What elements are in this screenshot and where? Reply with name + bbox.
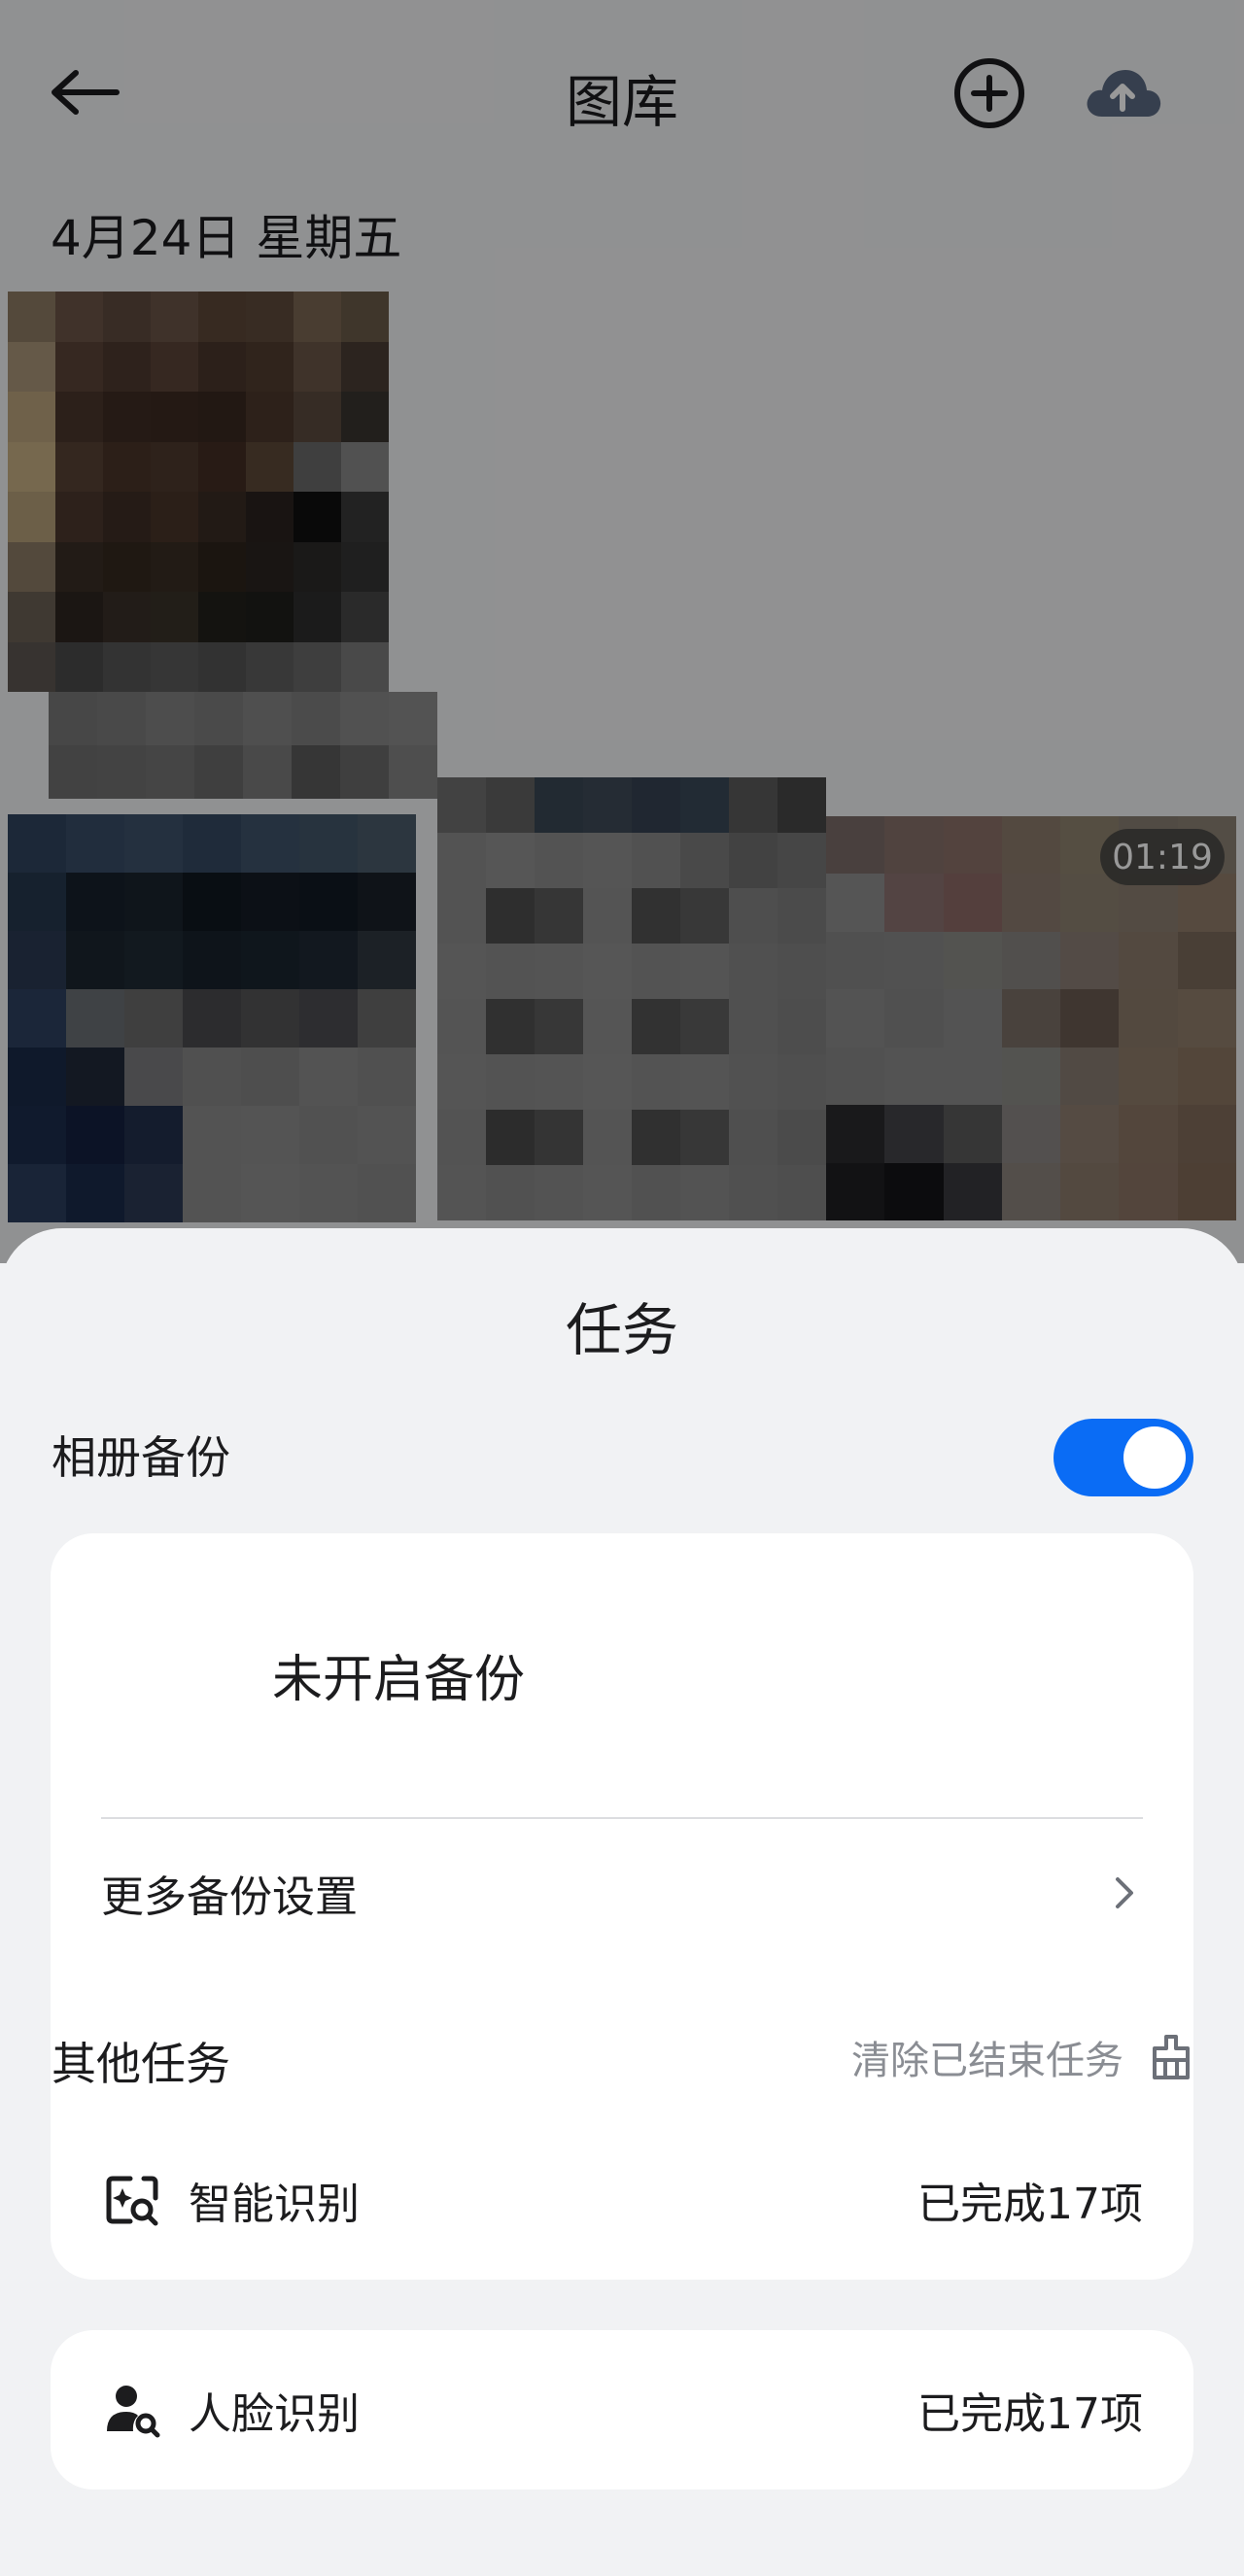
task-status: 已完成17项 (917, 2180, 1143, 2229)
tasks-bottom-sheet: 任务 相册备份 未开启备份 更多备份设置 其他任务 清除已结束任务 智能识别 已… (0, 1228, 1244, 2576)
album-backup-toggle[interactable] (1054, 1419, 1193, 1496)
sheet-title: 任务 (565, 1297, 678, 1363)
toggle-knob (1123, 1426, 1186, 1489)
clear-finished-tasks-label: 清除已结束任务 (851, 2039, 1123, 2083)
smart-recognition-icon (106, 2176, 158, 2226)
more-backup-settings-row[interactable]: 更多备份设置 (101, 1840, 1143, 1945)
task-name: 人脸识别 (189, 2389, 360, 2439)
task-name: 智能识别 (189, 2180, 360, 2229)
broom-icon (1153, 2035, 1190, 2079)
app-screen: 图库 4月24日 星期五 01:19 任务 相册备份 未开启备份 更多备份设置 … (0, 0, 1244, 2576)
face-recognition-icon (107, 2386, 160, 2438)
other-tasks-label: 其他任务 (52, 2038, 230, 2090)
face-recognition-task-card[interactable]: 人脸识别 已完成17项 (51, 2330, 1193, 2490)
backup-status-text: 未开启备份 (272, 1651, 526, 1709)
task-status: 已完成17项 (917, 2389, 1143, 2439)
album-backup-label: 相册备份 (52, 1431, 230, 1484)
chevron-right-icon (1116, 1877, 1133, 1908)
gallery-page: 图库 4月24日 星期五 01:19 (0, 0, 1244, 1263)
smart-recognition-task-card[interactable]: 智能识别 已完成17项 (51, 2120, 1193, 2280)
clear-finished-tasks-button[interactable]: 清除已结束任务 (851, 2029, 1193, 2085)
divider (101, 1817, 1143, 1819)
dim-overlay[interactable] (0, 0, 1244, 1263)
more-backup-settings-label: 更多备份设置 (101, 1872, 358, 1922)
